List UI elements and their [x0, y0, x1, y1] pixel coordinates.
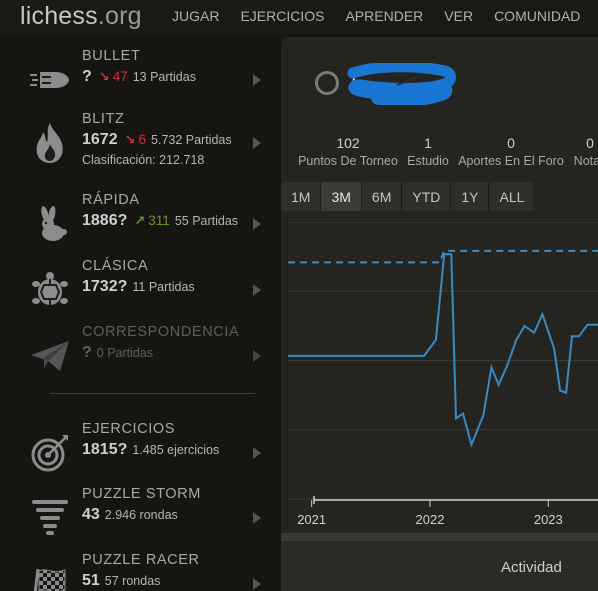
perf-puzzle-storm[interactable]: PUZZLE STORM 43 2.946 rondas — [0, 486, 278, 548]
chevron-right-icon — [253, 284, 261, 296]
top-bar: lichess.org JUGAR EJERCICIOS APRENDER VE… — [0, 0, 598, 34]
perf-rating: 43 — [82, 506, 100, 523]
x-tick-label: 2021 — [297, 512, 326, 527]
tab-1y[interactable]: 1Y — [451, 182, 490, 211]
tab-3m[interactable]: 3M — [321, 182, 362, 211]
perf-rating: 1732? — [82, 278, 128, 295]
sidebar-divider — [50, 393, 255, 394]
chevron-right-icon — [253, 137, 261, 149]
profile-panel: E 102 Puntos De Torneo 1 Estudio 0 Aport… — [281, 37, 598, 591]
perf-rank: Clasificación: 212.718 — [82, 153, 205, 167]
redaction-scribble — [347, 63, 457, 105]
perf-name: EJERCICIOS — [82, 421, 176, 437]
range-tabs: 1M 3M 6M YTD 1Y ALL — [281, 182, 535, 211]
perf-games: 57 rondas — [104, 574, 161, 588]
main-nav: JUGAR EJERCICIOS APRENDER VER COMUNIDAD … — [172, 8, 598, 24]
perf-name: CORRESPONDENCIA — [82, 324, 240, 340]
chevron-right-icon — [253, 512, 261, 524]
nav-aprender[interactable]: APRENDER — [345, 8, 423, 24]
chevron-right-icon — [253, 578, 261, 590]
perf-rating: ? — [82, 344, 92, 361]
stat-forum-posts[interactable]: 0 Aportes En El Foro — [458, 135, 564, 168]
flame-icon — [28, 121, 72, 165]
tornado-icon — [28, 496, 72, 540]
perf-rating: 51 — [82, 572, 100, 589]
rating-progress: ↘ 6 — [124, 132, 147, 147]
stat-studies[interactable]: 1 Estudio — [407, 135, 449, 168]
perf-name: CLÁSICA — [82, 258, 149, 274]
rating-progress: ↘ 47 — [98, 69, 128, 84]
tab-all[interactable]: ALL — [489, 182, 534, 211]
perf-name: PUZZLE RACER — [82, 552, 200, 568]
perf-name: BLITZ — [82, 111, 125, 127]
perf-rating: 1815? — [82, 441, 128, 458]
activity-heading[interactable]: Actividad — [501, 559, 562, 576]
arrow-down-icon: ↘ — [98, 69, 110, 84]
x-tick-label: 2022 — [416, 512, 445, 527]
perf-games: 11 Partidas — [132, 280, 195, 294]
activity-bar: Actividad — [281, 533, 598, 591]
rating-line — [288, 253, 598, 448]
rating-progress: ↗ 311 — [134, 213, 170, 228]
arrow-up-icon: ↗ — [134, 213, 146, 228]
perf-games: 0 Partidas — [96, 346, 154, 360]
perf-rating: ? — [82, 68, 92, 85]
perf-sidebar: BULLET ? ↘ 47 13 Partidas BLITZ 1672 ↘ 6 5… — [0, 34, 278, 591]
nav-comunidad[interactable]: COMUNIDAD — [494, 8, 580, 24]
paper-plane-icon — [28, 334, 72, 378]
perf-clasica[interactable]: CLÁSICA 1732? 11 Partidas — [0, 258, 278, 320]
chevron-right-icon — [253, 74, 261, 86]
site-logo[interactable]: lichess.org — [20, 2, 142, 31]
checkered-flag-icon — [28, 562, 72, 591]
profile-stats: 102 Puntos De Torneo 1 Estudio 0 Aportes… — [281, 135, 598, 175]
perf-name: BULLET — [82, 48, 141, 64]
perf-name: PUZZLE STORM — [82, 486, 201, 502]
nav-ver[interactable]: VER — [444, 8, 473, 24]
chevron-right-icon — [253, 447, 261, 459]
chevron-right-icon — [253, 350, 261, 362]
x-tick-label: 2023 — [534, 512, 563, 527]
perf-games: 1.485 ejercicios — [132, 443, 220, 457]
bullet-icon — [28, 58, 72, 102]
perf-games: 55 Partidas — [174, 214, 239, 228]
perf-rating: 1886? — [82, 212, 128, 229]
perf-rapida[interactable]: RÁPIDA 1886? ↗ 311 55 Partidas — [0, 192, 278, 254]
perf-games: 13 Partidas — [132, 70, 196, 84]
perf-puzzle-racer[interactable]: PUZZLE RACER 51 57 rondas — [0, 552, 278, 591]
target-icon — [28, 431, 72, 475]
perf-blitz[interactable]: BLITZ 1672 ↘ 6 5.732 Partidas Clasificaci… — [0, 111, 278, 175]
tab-6m[interactable]: 6M — [362, 182, 403, 211]
rating-history-chart[interactable]: 2021 2022 2023 — [288, 222, 598, 532]
stat-tournament-points[interactable]: 102 Puntos De Torneo — [298, 135, 398, 168]
offline-status-icon — [315, 71, 339, 95]
arrow-down-icon: ↘ — [124, 132, 136, 147]
turtle-icon — [28, 268, 72, 312]
stat-notes[interactable]: 0 Notas — [570, 135, 598, 168]
perf-games: 2.946 rondas — [104, 508, 178, 522]
perf-games: 5.732 Partidas — [151, 133, 232, 147]
tab-1m[interactable]: 1M — [281, 182, 322, 211]
chevron-right-icon — [253, 218, 261, 230]
perf-name: RÁPIDA — [82, 192, 140, 208]
rabbit-icon — [28, 202, 72, 246]
nav-ejercicios[interactable]: EJERCICIOS — [240, 8, 324, 24]
perf-ejercicios[interactable]: EJERCICIOS 1815? 1.485 ejercicios — [0, 421, 278, 483]
perf-bullet[interactable]: BULLET ? ↘ 47 13 Partidas — [0, 48, 278, 110]
tab-ytd[interactable]: YTD — [402, 182, 452, 211]
perf-rating: 1672 — [82, 131, 118, 148]
perf-correspondencia[interactable]: CORRESPONDENCIA ? 0 Partidas — [0, 324, 278, 386]
nav-jugar[interactable]: JUGAR — [172, 8, 219, 24]
